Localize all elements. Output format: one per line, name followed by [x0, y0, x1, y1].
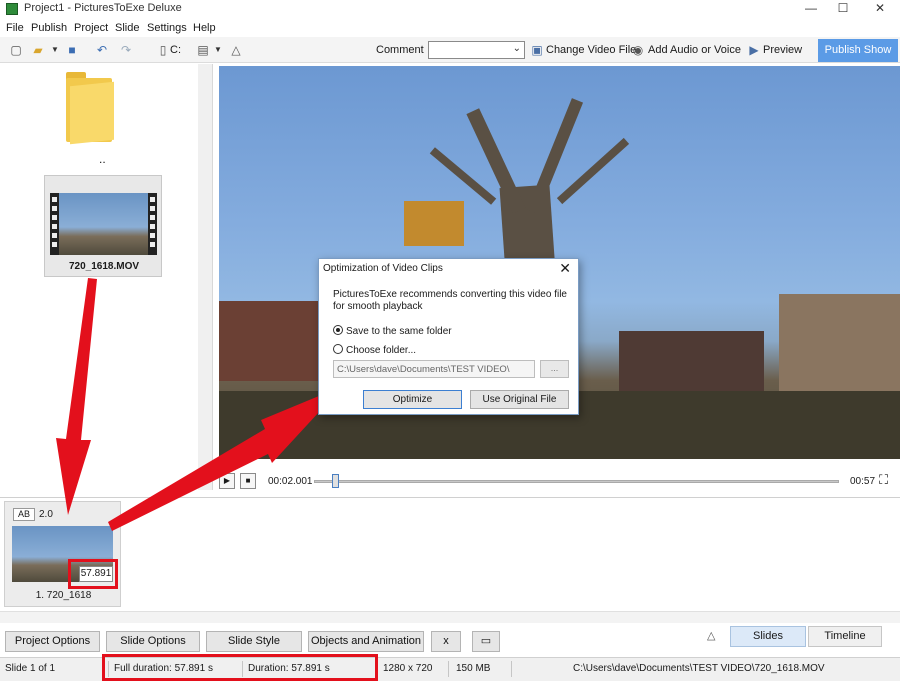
radio-choose-folder[interactable]: Choose folder...	[333, 344, 416, 356]
dialog-close-icon[interactable]: ✕	[559, 260, 571, 277]
radio-unselected-icon	[333, 344, 343, 354]
optimize-video-dialog: Optimization of Video Clips ✕ PicturesTo…	[318, 258, 579, 415]
optimize-button[interactable]: Optimize	[363, 390, 462, 409]
folder-path-field[interactable]: C:\Users\dave\Documents\TEST VIDEO\	[333, 360, 535, 378]
dialog-message: PicturesToExe recommends converting this…	[333, 289, 567, 312]
same-folder-label: Save to the same folder	[346, 326, 452, 337]
arrow-file-to-slide	[56, 278, 97, 515]
use-original-button[interactable]: Use Original File	[470, 390, 569, 409]
choose-folder-label: Choose folder...	[346, 345, 417, 356]
arrow-slide-to-optimize	[108, 386, 343, 531]
dialog-title: Optimization of Video Clips	[323, 263, 443, 274]
radio-selected-icon	[333, 325, 343, 335]
browse-button[interactable]: ...	[540, 360, 569, 378]
radio-same-folder[interactable]: Save to the same folder	[333, 325, 452, 337]
